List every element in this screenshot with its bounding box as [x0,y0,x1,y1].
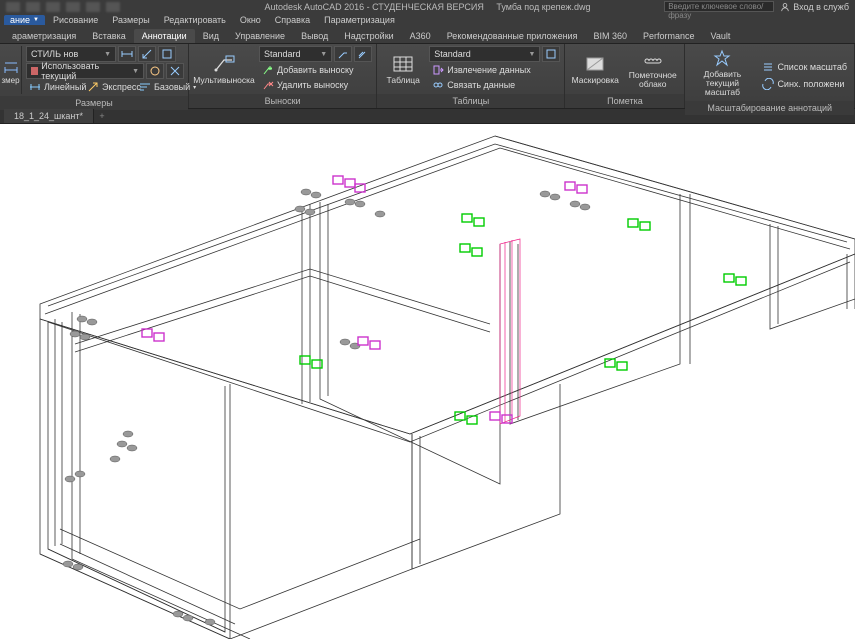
menu-edit[interactable]: Редактировать [158,15,232,25]
leader-tool-1[interactable] [334,46,352,62]
sync-positions[interactable]: Синх. положени [759,77,850,91]
menu-dims[interactable]: Размеры [106,15,155,25]
panel-markup-title: Пометка [565,94,684,108]
panel-leaders-title: Выноски [189,94,376,108]
add-scale-button[interactable]: Добавить текущий масштаб [689,46,755,99]
express-dim[interactable]: Экспресс [84,80,134,94]
wipeout-button[interactable]: Маскировка [569,52,621,87]
leader-tool-2[interactable] [354,46,372,62]
file-tab[interactable]: 18_1_24_шкант* [4,109,94,123]
add-file-tab[interactable]: + [94,111,110,121]
tab-vault[interactable]: Vault [703,29,739,43]
tab-manage[interactable]: Управление [227,29,293,43]
tab-a360[interactable]: A360 [402,29,439,43]
panel-scale-title: Масштабирование аннотаций [685,101,854,115]
app-title: Autodesk AutoCAD 2016 - СТУДЕНЧЕСКАЯ ВЕР… [265,2,484,12]
tab-recommended[interactable]: Рекомендованные приложения [439,29,586,43]
tab-parametrize[interactable]: араметризация [4,29,84,43]
add-leader[interactable]: Добавить выноску [259,63,372,77]
panel-tables-title: Таблицы [377,94,564,108]
table-tool-1[interactable] [542,46,560,62]
file-title: Тумба под крепеж.dwg [496,2,590,12]
dim-tool-3[interactable] [158,46,176,62]
baseline-dim[interactable]: Базовый▾ [136,80,184,94]
tab-annotations[interactable]: Аннотации [134,29,195,43]
remove-leader[interactable]: Удалить выноску [259,78,372,92]
dim-tool-5[interactable] [166,63,184,79]
scale-list[interactable]: Список масштаб [759,60,850,74]
drawing-canvas[interactable] [0,124,855,639]
use-current-dropdown[interactable]: Использовать текущий▼ [26,63,144,79]
dim-label: змер [1,76,19,85]
revcloud-button[interactable]: Пометочное облако [625,47,680,91]
tab-performance[interactable]: Performance [635,29,703,43]
dim-style-dropdown[interactable]: СТИЛЬ нов▼ [26,46,116,62]
menu-window[interactable]: Окно [234,15,267,25]
table-button[interactable]: Таблица [381,52,425,87]
tab-output[interactable]: Вывод [293,29,336,43]
menu-help[interactable]: Справка [269,15,316,25]
tab-view[interactable]: Вид [195,29,227,43]
linear-dim[interactable]: Линейный [26,80,82,94]
panel-dims-title: Размеры [0,96,188,110]
menu-param[interactable]: Параметризация [318,15,401,25]
tab-addons[interactable]: Надстройки [336,29,401,43]
leader-style-dropdown[interactable]: Standard▼ [259,46,332,62]
app-menu[interactable]: ание▼ [4,15,45,25]
link-data[interactable]: Связать данные [429,78,560,92]
dim-tool-1[interactable] [118,46,136,62]
tab-insert[interactable]: Вставка [84,29,133,43]
dim-tool-4[interactable] [146,63,164,79]
extract-data[interactable]: Извлечение данных [429,63,560,77]
tab-bim360[interactable]: BIM 360 [585,29,635,43]
dim-tool-2[interactable] [138,46,156,62]
login-button[interactable]: Вход в служб [780,2,849,12]
search-input[interactable]: Введите ключевое слово/фразу [664,1,774,12]
menu-draw[interactable]: Рисование [47,15,104,25]
multileader-button[interactable]: Мультивыноска [193,52,255,87]
table-style-dropdown[interactable]: Standard▼ [429,46,540,62]
